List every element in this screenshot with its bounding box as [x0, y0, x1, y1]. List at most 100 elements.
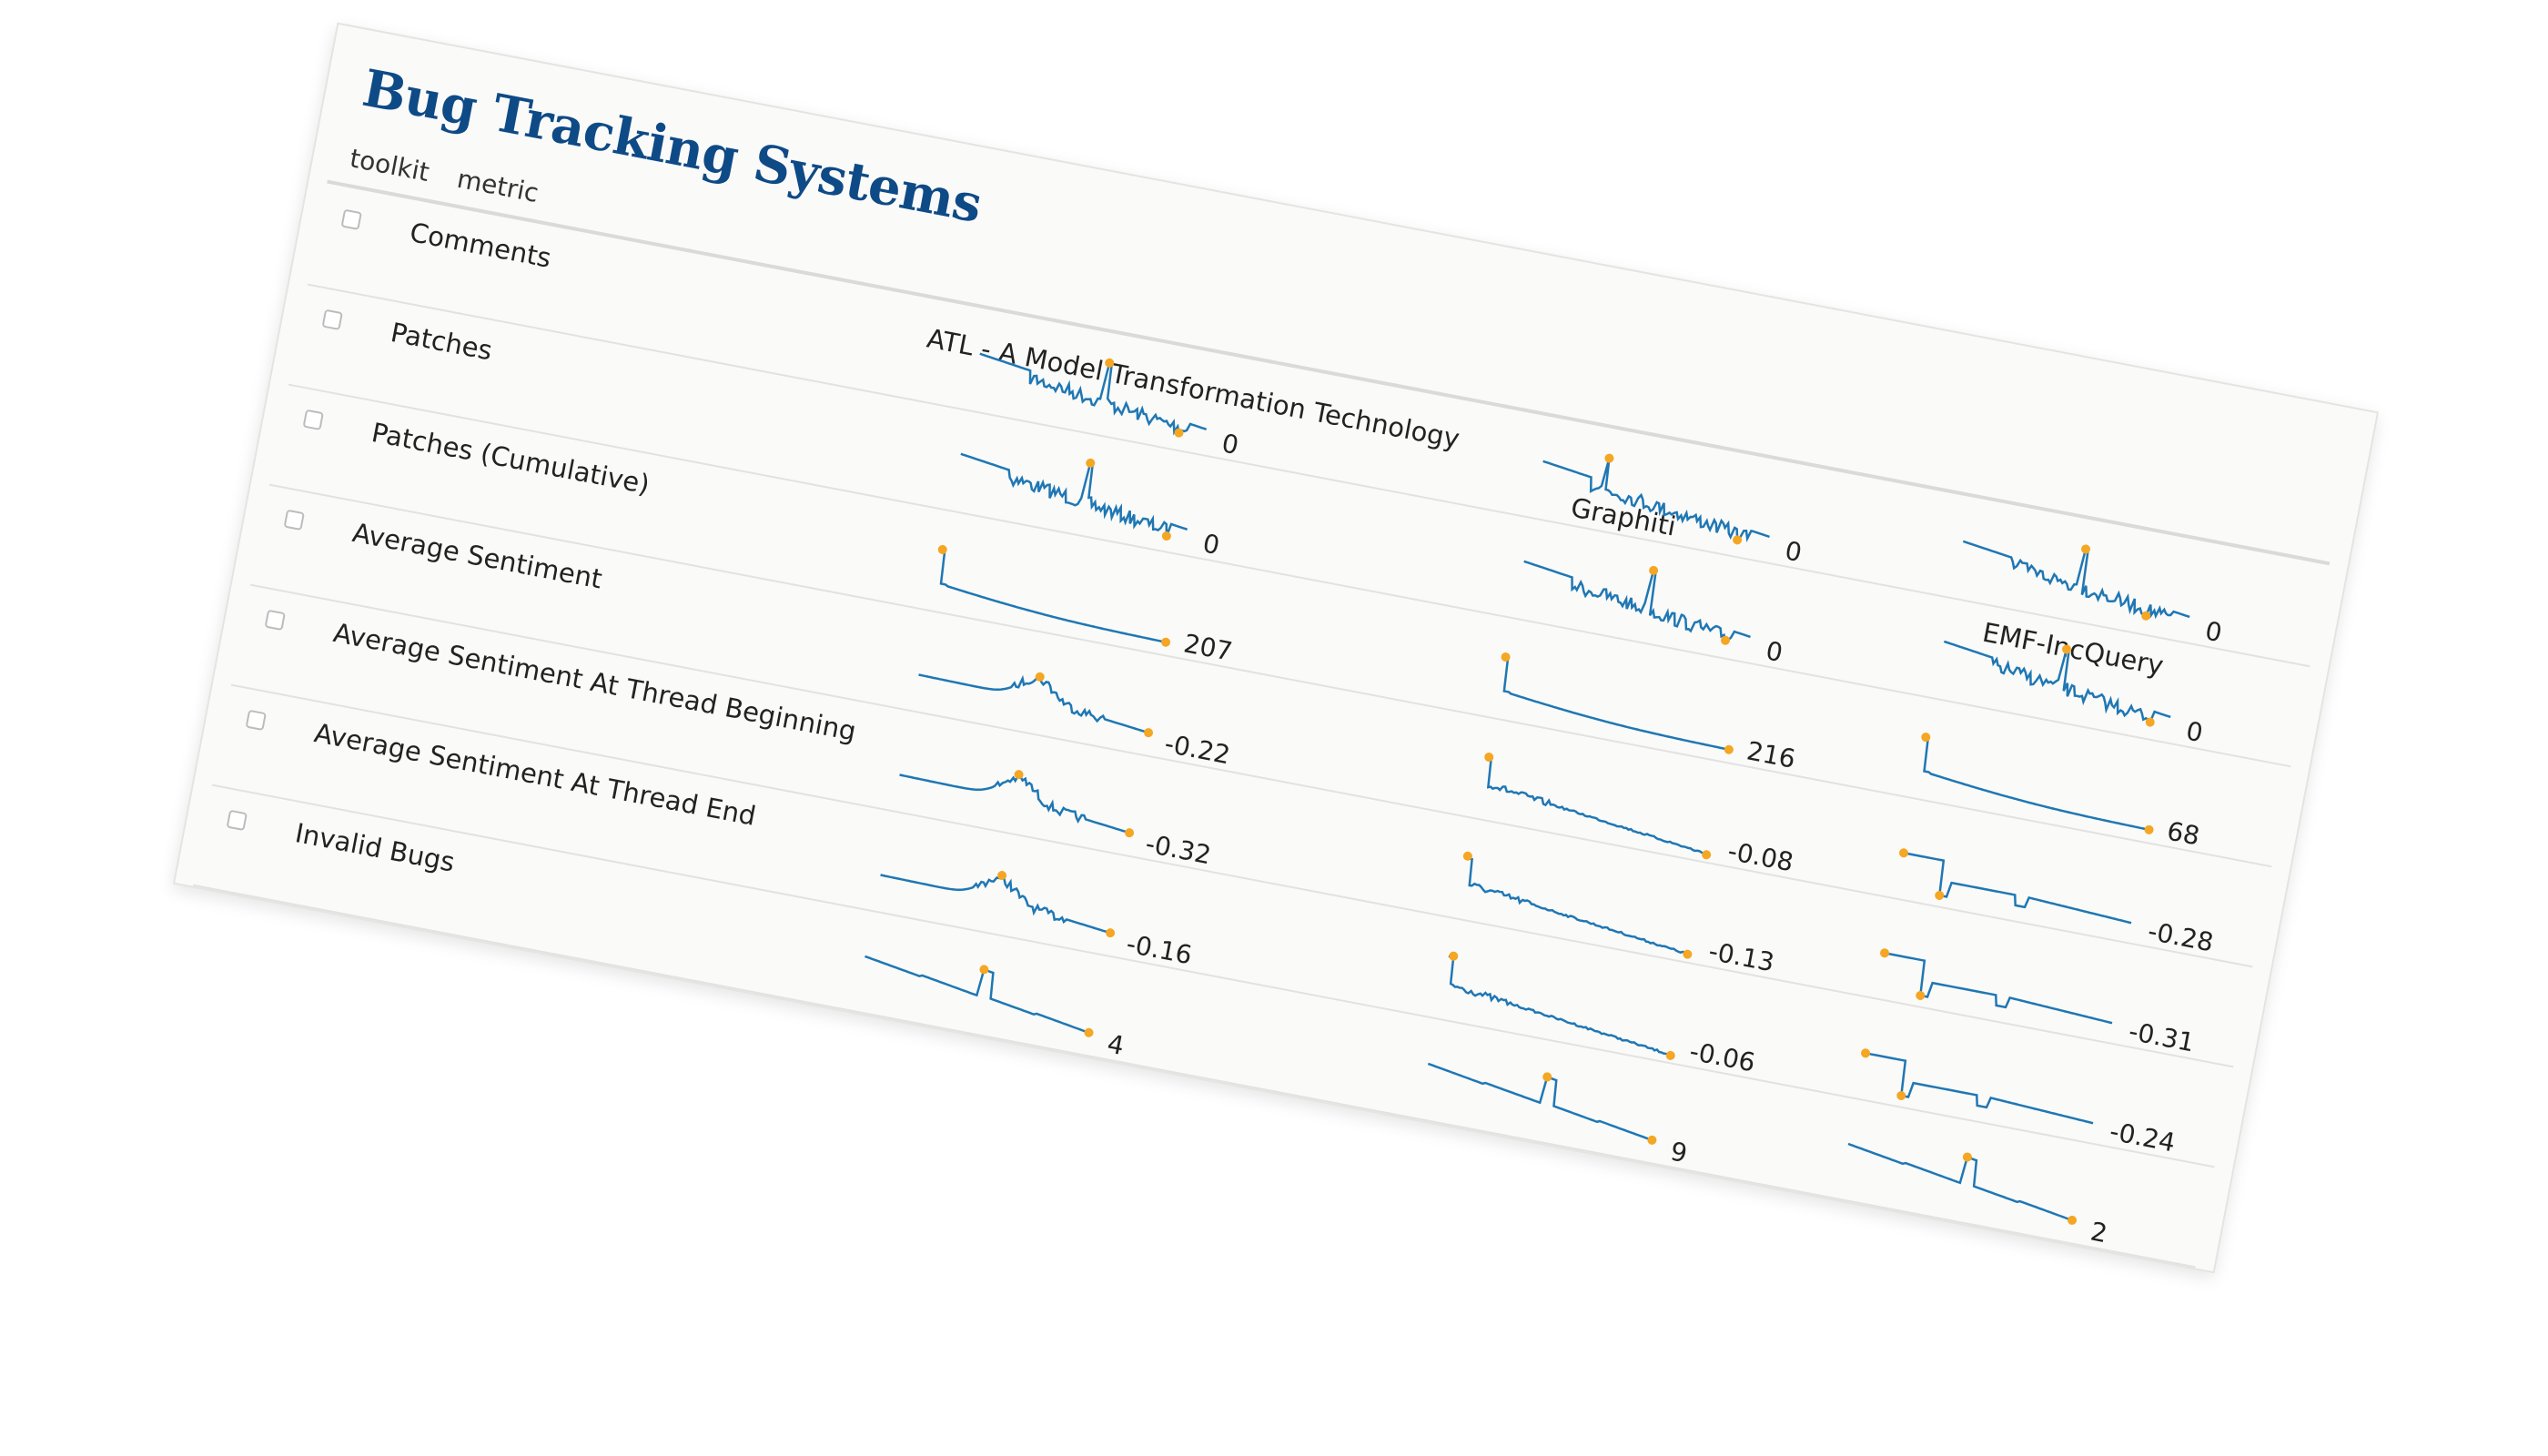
sparkline-value: 9 — [1668, 1136, 1690, 1169]
sparkline-value: 2 — [2088, 1216, 2110, 1249]
sparkline-marker — [1604, 453, 1614, 463]
sparkline-marker — [1647, 1135, 1657, 1145]
sparkline-marker — [1649, 565, 1659, 575]
sparkline-marker — [2068, 1215, 2078, 1225]
toolkit-column-header[interactable]: toolkit — [348, 143, 432, 187]
sparkline-path — [1903, 852, 2132, 925]
sparkline-path — [1466, 855, 1691, 956]
sparkline-path — [1523, 560, 1751, 642]
sparkline — [1861, 1048, 2094, 1125]
sparkline-marker — [1125, 828, 1135, 838]
sparkline — [1523, 560, 1751, 645]
sparkline-value: 0 — [1763, 635, 1785, 669]
metric-label: Patches — [388, 316, 495, 367]
sparkline-path — [918, 673, 1149, 734]
sparkline-marker — [1899, 848, 1909, 858]
sparkline-path — [1884, 952, 2113, 1025]
sparkline — [1484, 753, 1712, 860]
sparkline — [864, 955, 1094, 1037]
sparkline-path — [960, 452, 1188, 537]
sparkline-marker — [1484, 753, 1494, 763]
sparkline-marker — [979, 965, 989, 975]
sparkline-value: -0.32 — [1143, 828, 1214, 871]
sparkline-value: 0 — [1200, 528, 1222, 561]
sparkline-value: 4 — [1105, 1028, 1127, 1062]
sparkline-value: -0.31 — [2126, 1016, 2198, 1058]
row-checkbox[interactable] — [302, 409, 324, 431]
sparkline-value: -0.24 — [2107, 1116, 2179, 1158]
sparkline — [1880, 948, 2113, 1025]
sparkline-marker — [1084, 1027, 1094, 1037]
sparkline-path — [1962, 540, 2190, 620]
sparkline-value: 0 — [2202, 615, 2225, 649]
sparkline-path — [1847, 1142, 2076, 1222]
sparkline — [1462, 851, 1693, 959]
sparkline-marker — [1683, 949, 1693, 959]
row-checkbox[interactable] — [226, 809, 248, 832]
sparkline-value: 0 — [1219, 428, 1241, 461]
sparkline-path — [939, 548, 1167, 643]
metric-label: Patches (Cumulative) — [369, 417, 652, 500]
sparkline — [899, 770, 1135, 838]
metric-label: Comments — [407, 216, 554, 274]
sparkline — [1427, 1062, 1657, 1145]
row-checkbox[interactable] — [264, 609, 286, 632]
sparkline-marker — [1880, 948, 1890, 958]
metric-label: Average Sentiment At Thread Beginning — [330, 617, 859, 747]
sparkline-marker — [1861, 1048, 1871, 1058]
sparkline — [1542, 453, 1770, 545]
metric-column-header[interactable]: metric — [455, 164, 541, 208]
sparkline-marker — [1161, 531, 1171, 541]
sparkline-marker — [1542, 1072, 1552, 1082]
sparkline-path — [880, 874, 1111, 935]
metric-label: Average Sentiment At Thread End — [311, 717, 759, 832]
sparkline-path — [899, 772, 1130, 834]
sparkline-marker — [1935, 890, 1945, 900]
sparkline — [880, 871, 1116, 938]
sparkline-path — [1427, 1062, 1655, 1142]
bug-tracking-card: Bug Tracking Systems toolkit metric Comm… — [172, 22, 2380, 1274]
sparkline-value: -0.13 — [1706, 935, 1777, 978]
sparkline-marker — [1035, 672, 1045, 682]
sparkline-marker — [1144, 728, 1154, 738]
sparkline-marker — [1921, 733, 1931, 743]
row-checkbox[interactable] — [283, 509, 305, 531]
sparkline-marker — [1086, 458, 1096, 468]
sparkline-value: -0.28 — [2145, 915, 2217, 958]
sparkline — [1501, 652, 1734, 754]
sparkline-marker — [1501, 652, 1511, 662]
header-separator — [327, 179, 2331, 566]
sparkline-value: 68 — [2164, 815, 2202, 852]
sparkline — [918, 672, 1154, 738]
sparkline — [1448, 951, 1675, 1060]
sparkline-marker — [1161, 637, 1171, 647]
sparkline-value: 0 — [1782, 535, 1805, 569]
sparkline-marker — [2144, 824, 2154, 834]
sparkline-value: 0 — [2183, 715, 2206, 749]
sparkline-value: -0.08 — [1725, 835, 1796, 878]
row-checkbox[interactable] — [245, 709, 267, 732]
sparkline — [1921, 733, 2154, 834]
page-title: Bug Tracking Systems — [358, 57, 986, 236]
sparkline-path — [864, 955, 1092, 1035]
sparkline-marker — [1896, 1090, 1906, 1100]
sparkline-marker — [1665, 1050, 1675, 1060]
sparkline-marker — [1449, 951, 1459, 961]
sparkline-path — [1542, 458, 1770, 543]
sparkline — [960, 452, 1188, 541]
sparkline-marker — [1724, 744, 1734, 754]
sparkline-path — [1923, 735, 2149, 832]
sparkline-path — [1502, 655, 1730, 752]
row-checkbox[interactable] — [340, 208, 362, 231]
sparkline-marker — [937, 544, 947, 554]
row-checkbox[interactable] — [321, 308, 343, 331]
sparkline-marker — [1916, 990, 1926, 1000]
sparkline-marker — [1106, 928, 1116, 938]
sparkline-value: -0.22 — [1162, 728, 1233, 771]
sparkline — [1847, 1142, 2078, 1225]
sparkline-marker — [1962, 1152, 1972, 1162]
sparkline-path — [1865, 1052, 2094, 1125]
sparkline-marker — [1702, 850, 1712, 860]
sparkline-marker — [997, 871, 1007, 881]
sparkline-value: -0.16 — [1124, 928, 1195, 971]
